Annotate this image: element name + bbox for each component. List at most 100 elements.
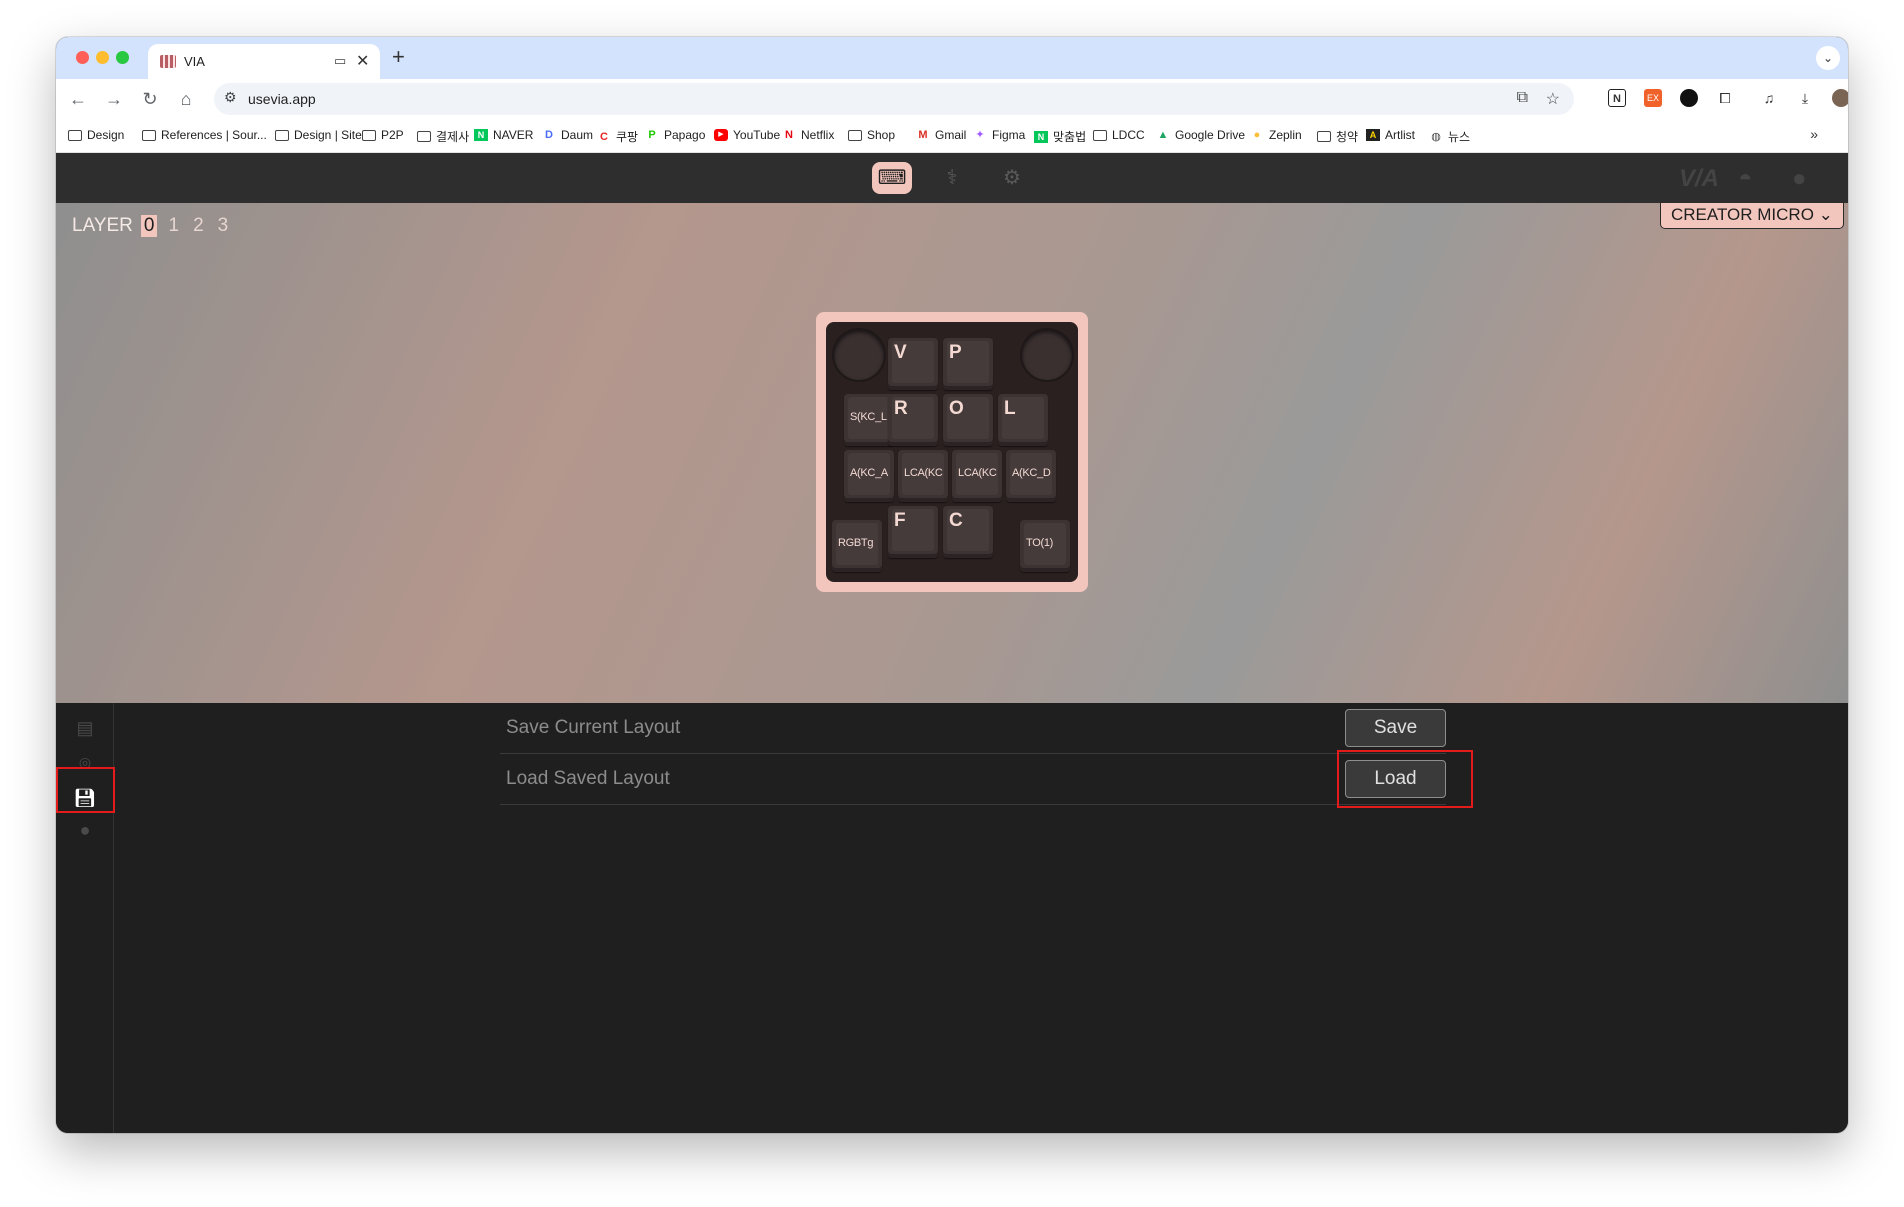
reload-icon[interactable]: ↻ <box>138 87 162 111</box>
translate-icon[interactable]: ⧉ <box>1517 89 1528 107</box>
rotary-knob-right[interactable] <box>1022 330 1072 380</box>
key-l[interactable]: L <box>998 394 1048 446</box>
tab-close-icon[interactable]: ✕ <box>356 51 369 71</box>
bookmark-item[interactable]: 결제사 <box>417 128 469 145</box>
save-button[interactable]: Save <box>1345 709 1446 747</box>
bookmark-label: Google Drive <box>1175 128 1246 142</box>
download-icon[interactable]: ⤓ <box>1796 89 1814 107</box>
bookmark-label: Design <box>87 128 125 142</box>
keyboard-icon[interactable]: ⌨ <box>872 162 912 194</box>
url-text[interactable]: usevia.app <box>248 91 316 107</box>
bookmark-item[interactable]: References | Sour... <box>142 128 267 142</box>
puzzle-icon[interactable]: ⧠ <box>1716 89 1734 107</box>
address-bar[interactable]: ⚙ usevia.app ⧉ ☆ <box>214 83 1574 115</box>
bookmark-label: Shop <box>867 128 896 142</box>
bookmark-item[interactable]: LDCC <box>1093 128 1145 142</box>
rotary-knob-left[interactable] <box>834 330 884 380</box>
bookmark-item[interactable]: M Gmail <box>916 128 966 142</box>
site-info-icon[interactable]: ⚙ <box>224 89 237 106</box>
bookmark-item[interactable]: Design | Site <box>275 128 362 142</box>
folder-icon <box>68 129 82 141</box>
key-lca-1[interactable]: LCA(KC <box>898 450 948 502</box>
extension-circle-icon[interactable] <box>1680 89 1698 107</box>
bookmark-item[interactable]: ◍ 뉴스 <box>1429 128 1470 145</box>
key-f[interactable]: F <box>888 506 938 558</box>
profile-icon[interactable] <box>1832 89 1848 107</box>
daum-icon: D <box>545 129 553 141</box>
layer-0-button[interactable]: 0 <box>140 215 158 237</box>
highlight-box-load <box>1337 750 1473 808</box>
gear-icon[interactable]: ⚙ <box>992 162 1032 194</box>
stethoscope-icon[interactable]: ⚕ <box>932 162 972 194</box>
tab-media-icon[interactable]: ▭ <box>334 53 346 69</box>
new-tab-button[interactable]: + <box>392 45 405 69</box>
bookmark-item[interactable]: C 쿠팡 <box>597 128 638 145</box>
bookmark-label: Design | Site <box>294 128 362 142</box>
load-layout-label: Load Saved Layout <box>506 768 670 789</box>
bookmark-item[interactable]: 청약 <box>1317 128 1358 145</box>
bookmark-item[interactable]: ▶ YouTube <box>714 128 780 142</box>
bookmark-label: Daum <box>561 128 594 142</box>
star-icon[interactable]: ☆ <box>1546 89 1560 109</box>
media-icon[interactable]: ♫ <box>1760 89 1778 107</box>
forward-icon[interactable]: → <box>102 87 126 111</box>
browser-toolbar: ← → ↻ ⌂ ⚙ usevia.app ⧉ ☆ N EX ⧠ ♫ ⤓ ⋮ <box>56 79 1848 119</box>
home-icon[interactable]: ⌂ <box>174 87 198 111</box>
bookmark-item[interactable]: N NAVER <box>474 128 533 142</box>
via-logo[interactable]: V/A <box>1679 165 1719 193</box>
key-a-kc-2[interactable]: A(KC_D <box>1006 450 1056 502</box>
bookmark-label: 쿠팡 <box>616 130 639 144</box>
folder-icon <box>275 129 289 141</box>
extension-ex-icon[interactable]: EX <box>1644 89 1662 107</box>
drive-icon: ▲ <box>1157 129 1169 141</box>
bookmark-item[interactable]: ▲ Google Drive <box>1156 128 1245 142</box>
bookmark-item[interactable]: A Artlist <box>1366 128 1415 142</box>
key-v[interactable]: V <box>888 338 938 390</box>
naver-icon: N <box>474 129 488 141</box>
layer-1-button[interactable]: 1 <box>165 215 182 237</box>
coupang-icon: C <box>600 130 608 143</box>
bookmark-item[interactable]: P Papago <box>645 128 705 142</box>
bookmark-item[interactable]: ● Zeplin <box>1250 128 1302 142</box>
keyboard-body: V P S(KC_L R O L A(KC_A LCA(KC LCA(KC A(… <box>826 322 1078 582</box>
key-rgb-toggle[interactable]: RGBTg <box>832 520 882 572</box>
bookmarks-overflow-icon[interactable]: » <box>1810 126 1818 142</box>
bookmark-item[interactable]: ✦ Figma <box>973 128 1025 142</box>
key-a-kc-1[interactable]: A(KC_A <box>844 450 894 502</box>
maximize-window-button[interactable] <box>116 51 129 64</box>
notion-icon[interactable]: N <box>1608 89 1626 107</box>
bookmark-item[interactable]: N Netflix <box>782 128 834 142</box>
save-layout-row: Save Current Layout Save <box>500 703 1446 754</box>
browser-window: VIA ▭ ✕ + ⌄ ← → ↻ ⌂ ⚙ usevia.app ⧉ ☆ N E… <box>56 37 1848 1133</box>
close-window-button[interactable] <box>76 51 89 64</box>
back-icon[interactable]: ← <box>66 87 90 111</box>
minimize-window-button[interactable] <box>96 51 109 64</box>
bookmark-item[interactable]: D Daum <box>542 128 593 142</box>
keyboard-canvas: LAYER 0 1 2 3 CREATOR MICRO ⌄ V P S(KC_L… <box>56 203 1848 703</box>
key-lca-2[interactable]: LCA(KC <box>952 450 1002 502</box>
key-r[interactable]: R <box>888 394 938 446</box>
bookmark-item[interactable]: N 맞춤법 <box>1034 128 1086 145</box>
key-c[interactable]: C <box>943 506 993 558</box>
bookmark-label: 결제사 <box>436 130 470 144</box>
folder-icon <box>142 129 156 141</box>
keymap-icon[interactable]: ▤ <box>70 715 100 741</box>
tab-via[interactable]: VIA ▭ ✕ <box>148 44 380 79</box>
layer-3-button[interactable]: 3 <box>215 215 232 237</box>
key-to-1[interactable]: TO(1) <box>1020 520 1070 572</box>
key-p[interactable]: P <box>943 338 993 390</box>
key-o[interactable]: O <box>943 394 993 446</box>
device-select[interactable]: CREATOR MICRO ⌄ <box>1660 203 1844 229</box>
bookmark-item[interactable]: Design <box>68 128 124 142</box>
bookmark-item[interactable]: Shop <box>848 128 895 142</box>
key-s-kc[interactable]: S(KC_L <box>844 394 894 446</box>
layer-2-button[interactable]: 2 <box>190 215 207 237</box>
lightbulb-icon[interactable]: ● <box>70 817 100 843</box>
discord-icon[interactable]: ◓ <box>1738 165 1753 193</box>
bookmark-label: Gmail <box>935 128 967 142</box>
bookmark-item[interactable]: P2P <box>362 128 404 142</box>
tab-search-chevron-icon[interactable]: ⌄ <box>1816 46 1840 70</box>
netflix-icon: N <box>785 129 793 141</box>
github-icon[interactable]: ● <box>1792 165 1807 193</box>
bookmark-label: 청약 <box>1336 130 1359 144</box>
